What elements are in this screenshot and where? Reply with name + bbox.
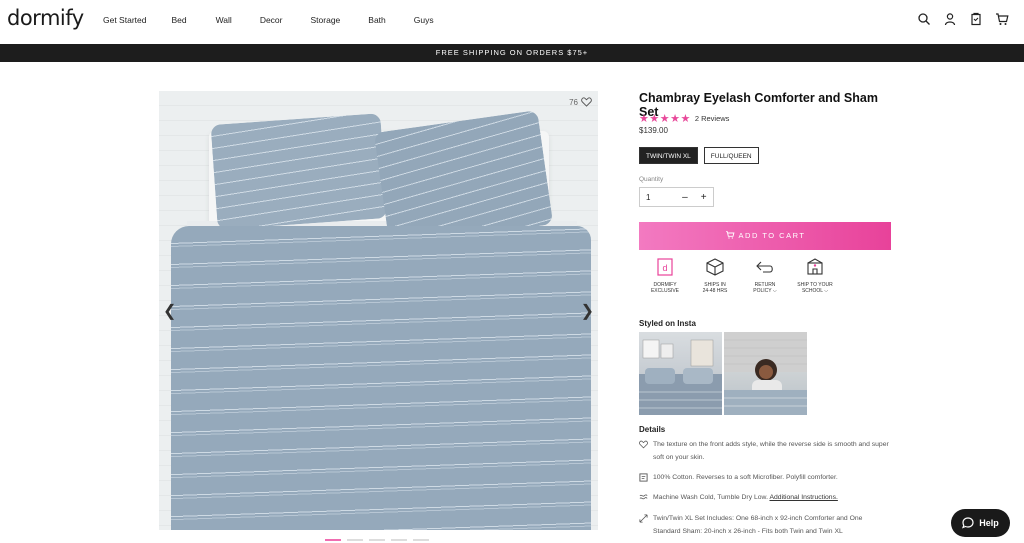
detail-care-text: Machine Wash Cold, Tumble Dry Low. — [653, 494, 768, 501]
details-title: Details — [639, 425, 666, 434]
wash-icon — [639, 494, 648, 500]
ship-to-school-icon — [807, 258, 823, 275]
quantity-minus-button[interactable]: – — [676, 192, 695, 203]
nav-storage[interactable]: Storage — [311, 15, 341, 25]
insta-photo-2-art — [724, 332, 807, 415]
next-image-arrow[interactable]: ❯ — [581, 301, 594, 321]
nav-get-started[interactable]: Get Started — [103, 15, 146, 25]
gallery-dot-3[interactable] — [369, 539, 385, 541]
promo-banner: FREE SHIPPING ON ORDERS $75+ — [0, 44, 1024, 62]
detail-material-text: 100% Cotton. Reverses to a soft Microfib… — [653, 474, 838, 481]
product-image[interactable]: 76 ❮ ❯ — [159, 91, 598, 530]
insta-photo-2[interactable] — [724, 332, 807, 415]
logo[interactable]: dormify — [7, 6, 84, 30]
add-to-cart-label: ADD TO CART — [738, 231, 806, 240]
detail-material: 100% Cotton. Reverses to a soft Microfib… — [639, 471, 891, 484]
favorite-button[interactable]: 76 — [569, 97, 592, 107]
rating-row: ★★★★★ 2 Reviews — [639, 112, 729, 125]
add-to-cart-button[interactable]: ADD TO CART — [639, 222, 891, 250]
badge-return[interactable]: RETURN POLICY ⌵ — [745, 257, 785, 294]
badge-ships-l2: 24-48 HRS — [702, 288, 728, 294]
nav-decor[interactable]: Decor — [260, 15, 283, 25]
box-icon — [706, 258, 724, 276]
size-twin-button[interactable]: TWIN/TWIN XL — [639, 147, 698, 164]
detail-texture: The texture on the front adds style, whi… — [639, 438, 891, 464]
svg-text:d: d — [662, 263, 667, 273]
feature-badges: d DORMIFY EXCLUSIVE SHIPS IN 24-48 HRS R… — [645, 257, 835, 294]
quantity-plus-button[interactable]: + — [694, 192, 713, 203]
prev-image-arrow[interactable]: ❮ — [163, 301, 176, 321]
search-icon[interactable] — [917, 12, 931, 26]
badge-return-l2: POLICY ⌵ — [753, 288, 777, 294]
gallery-dot-4[interactable] — [391, 539, 407, 541]
badge-exclusive-l2: EXCLUSIVE — [650, 288, 680, 294]
insta-gallery — [639, 332, 807, 415]
dimensions-icon — [639, 514, 648, 523]
quantity-input[interactable]: 1 — [640, 193, 676, 202]
product-info: Chambray Eyelash Comforter and Sham Set … — [639, 91, 894, 535]
quantity-stepper: 1 – + — [639, 187, 714, 207]
size-selector: TWIN/TWIN XL FULL/QUEEN — [639, 147, 759, 164]
header-icons — [917, 12, 1009, 26]
nav-bed[interactable]: Bed — [171, 15, 186, 25]
badge-ships: SHIPS IN 24-48 HRS — [695, 257, 735, 294]
sham-left — [210, 113, 388, 230]
nav-bath[interactable]: Bath — [368, 15, 386, 25]
favorite-count: 76 — [569, 97, 578, 107]
heart-icon — [581, 97, 592, 107]
account-icon[interactable] — [943, 12, 957, 26]
insta-photo-1[interactable] — [639, 332, 722, 415]
nav-guys[interactable]: Guys — [414, 15, 434, 25]
detail-dimensions-text: Twin/Twin XL Set Includes: One 68-inch x… — [653, 515, 863, 535]
badge-exclusive: d DORMIFY EXCLUSIVE — [645, 257, 685, 294]
badge-school-l2: SCHOOL ⌵ — [801, 288, 829, 294]
rating-stars: ★★★★★ — [639, 113, 691, 125]
dormify-exclusive-icon: d — [657, 258, 673, 276]
gallery-dots — [325, 539, 429, 541]
help-label: Help — [979, 518, 999, 528]
gallery-dot-1[interactable] — [325, 539, 341, 541]
nav-wall[interactable]: Wall — [216, 15, 232, 25]
detail-care: Machine Wash Cold, Tumble Dry Low. Addit… — [639, 491, 891, 504]
quantity-label: Quantity — [639, 176, 664, 183]
cart-icon — [725, 231, 735, 239]
wishlist-icon[interactable] — [969, 12, 983, 26]
comforter — [171, 226, 591, 530]
additional-instructions-link[interactable]: Additional Instructions. — [769, 494, 837, 501]
detail-texture-text: The texture on the front adds style, whi… — [653, 441, 889, 461]
reviews-link[interactable]: 2 Reviews — [695, 114, 730, 123]
help-button[interactable]: Help — [951, 509, 1010, 537]
main-nav: Get Started Bed Wall Decor Storage Bath … — [103, 15, 434, 25]
price: $139.00 — [639, 126, 668, 135]
heart-icon — [639, 440, 648, 449]
size-full-queen-button[interactable]: FULL/QUEEN — [703, 147, 759, 164]
chat-icon — [962, 517, 974, 529]
badge-school[interactable]: SHIP TO YOUR SCHOOL ⌵ — [795, 257, 835, 294]
return-icon — [756, 261, 773, 273]
styled-on-insta-title: Styled on Insta — [639, 319, 696, 328]
gallery-dot-5[interactable] — [413, 539, 429, 541]
cart-icon[interactable] — [995, 12, 1009, 26]
detail-dimensions: Twin/Twin XL Set Includes: One 68-inch x… — [639, 512, 891, 538]
site-header: dormify Get Started Bed Wall Decor Stora… — [0, 0, 1024, 44]
tag-icon — [639, 473, 648, 482]
gallery-dot-2[interactable] — [347, 539, 363, 541]
insta-photo-1-art — [639, 339, 722, 415]
